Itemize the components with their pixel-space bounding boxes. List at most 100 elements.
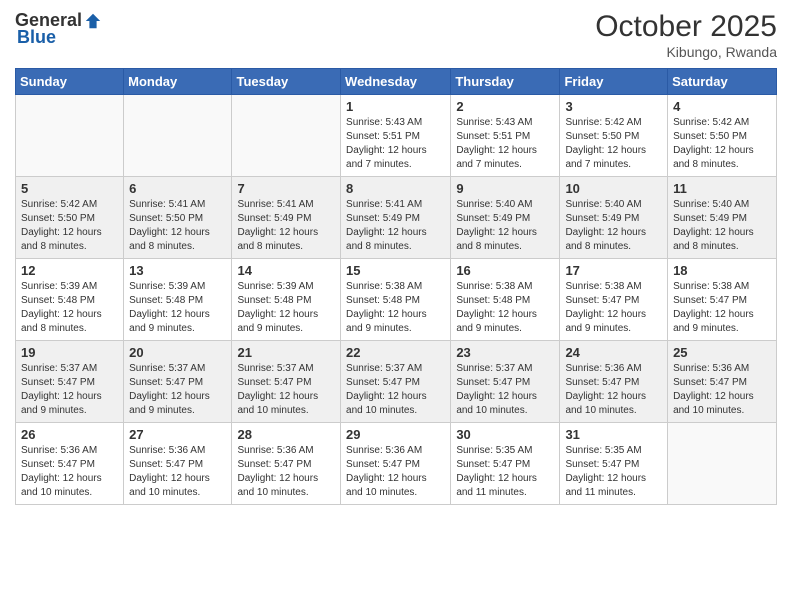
calendar-cell: 16Sunrise: 5:38 AM Sunset: 5:48 PM Dayli… <box>451 259 560 341</box>
day-info: Sunrise: 5:37 AM Sunset: 5:47 PM Dayligh… <box>346 362 445 418</box>
calendar-cell: 10 Sunrise: 5:40 AM Sunset: 5:49 PM Dayli… <box>560 177 668 259</box>
day-number: 19 <box>21 345 118 360</box>
day-number: 25 <box>673 345 771 360</box>
day-number: 11 <box>673 181 771 196</box>
day-number: 30 <box>456 427 554 442</box>
col-saturday: Saturday <box>668 69 777 95</box>
day-info: Sunrise: 5:36 AM Sunset: 5:47 PM Dayligh… <box>129 444 226 500</box>
calendar-cell: 24Sunrise: 5:36 AM Sunset: 5:47 PM Dayli… <box>560 341 668 423</box>
day-info: Sunrise: 5:40 AM Sunset: 5:49 PM Dayligh… <box>565 198 662 254</box>
col-friday: Friday <box>560 69 668 95</box>
calendar-cell <box>232 95 341 177</box>
day-info: Sunrise: 5:39 AM Sunset: 5:48 PM Dayligh… <box>21 280 118 336</box>
title-section: October 2025 Kibungo, Rwanda <box>595 10 777 60</box>
header: General Blue October 2025 Kibungo, Rwand… <box>15 10 777 60</box>
calendar-cell: 25 Sunrise: 5:36 AM Sunset: 5:47 PM Dayli… <box>668 341 777 423</box>
calendar-cell: 21Sunrise: 5:37 AM Sunset: 5:47 PM Dayli… <box>232 341 341 423</box>
day-info: Sunrise: 5:42 AM Sunset: 5:50 PM Dayligh… <box>21 198 118 254</box>
day-info: Sunrise: 5:37 AM Sunset: 5:47 PM Dayligh… <box>456 362 554 418</box>
day-number: 14 <box>237 263 335 278</box>
calendar-cell: 3Sunrise: 5:42 AM Sunset: 5:50 PM Daylig… <box>560 95 668 177</box>
day-number: 10 <box>565 181 662 196</box>
calendar-cell: 22 Sunrise: 5:37 AM Sunset: 5:47 PM Dayli… <box>341 341 451 423</box>
day-number: 31 <box>565 427 662 442</box>
col-tuesday: Tuesday <box>232 69 341 95</box>
day-number: 6 <box>129 181 226 196</box>
day-number: 20 <box>129 345 226 360</box>
calendar-cell: 26Sunrise: 5:36 AM Sunset: 5:47 PM Dayli… <box>16 423 124 505</box>
day-number: 26 <box>21 427 118 442</box>
calendar-cell <box>124 95 232 177</box>
calendar-cell: 28Sunrise: 5:36 AM Sunset: 5:47 PM Dayli… <box>232 423 341 505</box>
calendar-cell: 6 Sunrise: 5:41 AM Sunset: 5:50 PM Daylig… <box>124 177 232 259</box>
col-wednesday: Wednesday <box>341 69 451 95</box>
calendar-cell: 9Sunrise: 5:40 AM Sunset: 5:49 PM Daylig… <box>451 177 560 259</box>
calendar-cell: 31Sunrise: 5:35 AM Sunset: 5:47 PM Dayli… <box>560 423 668 505</box>
day-number: 16 <box>456 263 554 278</box>
calendar-cell <box>668 423 777 505</box>
col-thursday: Thursday <box>451 69 560 95</box>
calendar-week-row: 12 Sunrise: 5:39 AM Sunset: 5:48 PM Dayli… <box>16 259 777 341</box>
day-info: Sunrise: 5:42 AM Sunset: 5:50 PM Dayligh… <box>673 116 771 172</box>
location: Kibungo, Rwanda <box>595 44 777 60</box>
month-year: October 2025 <box>595 10 777 44</box>
day-number: 23 <box>456 345 554 360</box>
day-info: Sunrise: 5:42 AM Sunset: 5:50 PM Dayligh… <box>565 116 662 172</box>
logo-blue-text: Blue <box>17 27 56 48</box>
day-info: Sunrise: 5:37 AM Sunset: 5:47 PM Dayligh… <box>237 362 335 418</box>
calendar-cell: 12 Sunrise: 5:39 AM Sunset: 5:48 PM Dayli… <box>16 259 124 341</box>
day-number: 13 <box>129 263 226 278</box>
day-info: Sunrise: 5:43 AM Sunset: 5:51 PM Dayligh… <box>456 116 554 172</box>
day-info: Sunrise: 5:39 AM Sunset: 5:48 PM Dayligh… <box>237 280 335 336</box>
calendar-cell: 14 Sunrise: 5:39 AM Sunset: 5:48 PM Dayli… <box>232 259 341 341</box>
day-number: 1 <box>346 99 445 114</box>
day-number: 5 <box>21 181 118 196</box>
day-info: Sunrise: 5:36 AM Sunset: 5:47 PM Dayligh… <box>673 362 771 418</box>
calendar-cell: 2 Sunrise: 5:43 AM Sunset: 5:51 PM Daylig… <box>451 95 560 177</box>
day-info: Sunrise: 5:35 AM Sunset: 5:47 PM Dayligh… <box>456 444 554 500</box>
calendar-header-row: Sunday Monday Tuesday Wednesday Thursday… <box>16 69 777 95</box>
day-info: Sunrise: 5:37 AM Sunset: 5:47 PM Dayligh… <box>129 362 226 418</box>
day-number: 4 <box>673 99 771 114</box>
day-number: 22 <box>346 345 445 360</box>
day-info: Sunrise: 5:41 AM Sunset: 5:50 PM Dayligh… <box>129 198 226 254</box>
calendar-cell: 11 Sunrise: 5:40 AM Sunset: 5:49 PM Dayli… <box>668 177 777 259</box>
day-info: Sunrise: 5:36 AM Sunset: 5:47 PM Dayligh… <box>346 444 445 500</box>
day-number: 7 <box>237 181 335 196</box>
calendar-week-row: 1 Sunrise: 5:43 AM Sunset: 5:51 PM Daylig… <box>16 95 777 177</box>
logo: General Blue <box>15 10 102 48</box>
calendar-cell: 8 Sunrise: 5:41 AM Sunset: 5:49 PM Daylig… <box>341 177 451 259</box>
day-info: Sunrise: 5:41 AM Sunset: 5:49 PM Dayligh… <box>237 198 335 254</box>
day-info: Sunrise: 5:38 AM Sunset: 5:47 PM Dayligh… <box>565 280 662 336</box>
calendar-cell: 1 Sunrise: 5:43 AM Sunset: 5:51 PM Daylig… <box>341 95 451 177</box>
day-info: Sunrise: 5:40 AM Sunset: 5:49 PM Dayligh… <box>673 198 771 254</box>
calendar-cell: 7 Sunrise: 5:41 AM Sunset: 5:49 PM Daylig… <box>232 177 341 259</box>
calendar-cell: 20 Sunrise: 5:37 AM Sunset: 5:47 PM Dayli… <box>124 341 232 423</box>
day-info: Sunrise: 5:43 AM Sunset: 5:51 PM Dayligh… <box>346 116 445 172</box>
calendar-cell: 29Sunrise: 5:36 AM Sunset: 5:47 PM Dayli… <box>341 423 451 505</box>
day-number: 12 <box>21 263 118 278</box>
day-number: 2 <box>456 99 554 114</box>
col-sunday: Sunday <box>16 69 124 95</box>
day-number: 8 <box>346 181 445 196</box>
calendar-week-row: 5 Sunrise: 5:42 AM Sunset: 5:50 PM Daylig… <box>16 177 777 259</box>
calendar-week-row: 19 Sunrise: 5:37 AM Sunset: 5:47 PM Dayli… <box>16 341 777 423</box>
day-info: Sunrise: 5:41 AM Sunset: 5:49 PM Dayligh… <box>346 198 445 254</box>
logo-icon <box>84 12 102 30</box>
calendar-cell <box>16 95 124 177</box>
day-info: Sunrise: 5:37 AM Sunset: 5:47 PM Dayligh… <box>21 362 118 418</box>
day-number: 18 <box>673 263 771 278</box>
page: General Blue October 2025 Kibungo, Rwand… <box>0 0 792 520</box>
day-info: Sunrise: 5:36 AM Sunset: 5:47 PM Dayligh… <box>565 362 662 418</box>
calendar-cell: 5 Sunrise: 5:42 AM Sunset: 5:50 PM Daylig… <box>16 177 124 259</box>
calendar-table: Sunday Monday Tuesday Wednesday Thursday… <box>15 68 777 505</box>
day-number: 27 <box>129 427 226 442</box>
calendar-cell: 27 Sunrise: 5:36 AM Sunset: 5:47 PM Dayli… <box>124 423 232 505</box>
calendar-cell: 30 Sunrise: 5:35 AM Sunset: 5:47 PM Dayli… <box>451 423 560 505</box>
day-info: Sunrise: 5:38 AM Sunset: 5:47 PM Dayligh… <box>673 280 771 336</box>
day-number: 15 <box>346 263 445 278</box>
day-info: Sunrise: 5:39 AM Sunset: 5:48 PM Dayligh… <box>129 280 226 336</box>
day-info: Sunrise: 5:36 AM Sunset: 5:47 PM Dayligh… <box>237 444 335 500</box>
calendar-cell: 18 Sunrise: 5:38 AM Sunset: 5:47 PM Dayli… <box>668 259 777 341</box>
calendar-cell: 4 Sunrise: 5:42 AM Sunset: 5:50 PM Daylig… <box>668 95 777 177</box>
